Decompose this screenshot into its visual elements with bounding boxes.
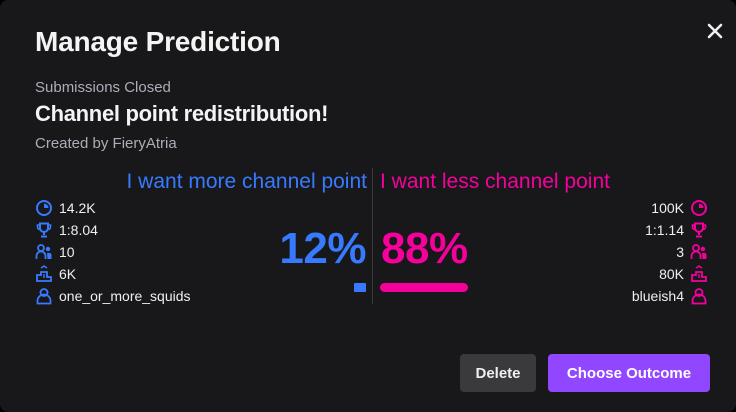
prediction-question: Channel point redistribution! [35, 101, 329, 126]
outcome-2-top-bet-stat: 80K [632, 263, 708, 285]
podium-icon [36, 265, 52, 282]
outcome-1-points: 14.2K [59, 200, 96, 216]
close-button[interactable] [702, 18, 728, 44]
choose-outcome-button[interactable]: Choose Outcome [548, 354, 710, 392]
modal-title: Manage Prediction [35, 26, 281, 57]
prediction-status: Submissions Closed [35, 79, 171, 96]
manage-prediction-modal: Manage Prediction Submissions Closed Cha… [0, 0, 736, 412]
outcome-2-top-user-stat: blueish4 [632, 285, 708, 307]
outcome-2-top-user: blueish4 [631, 288, 684, 304]
outcome-1-stats: 14.2K 1:8.04 10 6K one_or_more_squids [35, 197, 191, 307]
outcome-1-share-bar [354, 283, 366, 292]
clock-icon [691, 200, 707, 216]
outcome-2-title: I want less channel point [380, 170, 610, 193]
clock-icon [36, 200, 52, 216]
outcome-2-points: 100K [651, 200, 684, 216]
outcome-2-points-stat: 100K [632, 197, 708, 219]
prediction-creator: Created by FieryAtria [35, 135, 177, 152]
outcome-1-ratio-stat: 1:8.04 [35, 219, 191, 241]
outcome-1-top-user: one_or_more_squids [59, 288, 191, 304]
outcome-2-ratio-stat: 1:1.14 [632, 219, 708, 241]
users-icon [690, 244, 707, 259]
outcome-1-title: I want more channel point [126, 170, 367, 193]
close-icon [707, 23, 723, 39]
outcome-2-users-stat: 3 [632, 241, 708, 263]
outcome-1-users-stat: 10 [35, 241, 191, 263]
outcome-1-top-user-stat: one_or_more_squids [35, 285, 191, 307]
outcome-2-top-bet: 80K [659, 266, 684, 282]
outcome-1-users: 10 [59, 244, 75, 260]
outcome-1-top-bet-stat: 6K [35, 263, 191, 285]
trophy-icon [36, 222, 52, 238]
outcome-1-percent: 12% [279, 224, 366, 273]
outcome-2-percent: 88% [381, 224, 468, 273]
podium-icon [691, 265, 707, 282]
outcome-1-ratio: 1:8.04 [59, 222, 98, 238]
user-icon [691, 288, 707, 305]
outcome-2-stats: 100K 1:1.14 3 80K blueish4 [632, 197, 708, 307]
outcome-2-users: 3 [676, 244, 684, 260]
outcome-1-points-stat: 14.2K [35, 197, 191, 219]
outcome-divider [372, 168, 373, 304]
outcome-2-ratio: 1:1.14 [645, 222, 684, 238]
trophy-icon [691, 222, 707, 238]
outcome-2-share-bar [380, 283, 468, 292]
delete-button[interactable]: Delete [460, 354, 536, 392]
outcome-1-top-bet: 6K [59, 266, 77, 282]
user-icon [36, 288, 52, 305]
users-icon [35, 244, 52, 259]
